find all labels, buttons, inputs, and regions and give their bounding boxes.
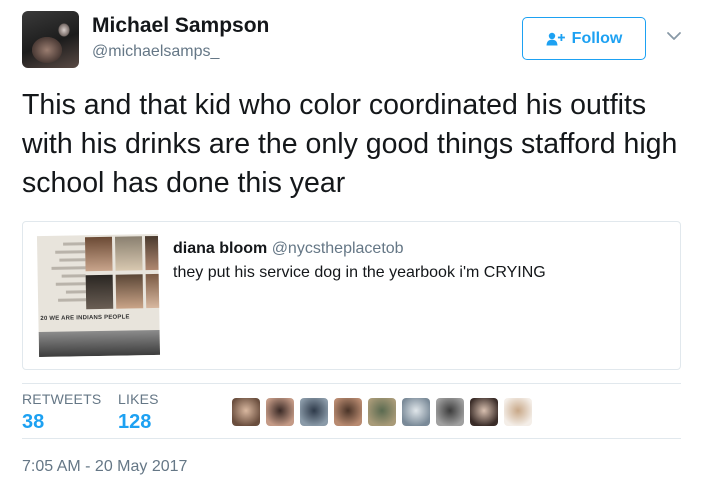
chevron-down-icon[interactable] — [666, 30, 682, 42]
liker-avatar[interactable] — [232, 398, 260, 426]
quoted-tweet-text: they put his service dog in the yearbook… — [173, 264, 546, 281]
yearbook-portrait — [84, 236, 113, 272]
likes-stat[interactable]: LIKES 128 — [118, 391, 159, 434]
retweets-label: RETWEETS — [22, 391, 102, 407]
yearbook-caption: 20 WE ARE INDIANS PEOPLE — [40, 314, 130, 323]
yearbook-portrait — [144, 235, 161, 271]
liker-avatar[interactable] — [470, 398, 498, 426]
avatar-face — [32, 37, 62, 63]
yearbook-portrait — [114, 236, 143, 271]
author-handle[interactable]: @michaelsamps_ — [92, 43, 219, 61]
quoted-tweet[interactable]: 20 WE ARE INDIANS PEOPLE diana bloom @ny… — [22, 221, 681, 370]
yearbook-portrait — [145, 273, 161, 309]
photo-shadow — [38, 329, 161, 358]
liker-avatar[interactable] — [266, 398, 294, 426]
author-avatar[interactable] — [22, 11, 79, 68]
tweet-timestamp[interactable]: 7:05 AM - 20 May 2017 — [22, 458, 187, 476]
yearbook-photo[interactable]: 20 WE ARE INDIANS PEOPLE — [36, 233, 161, 358]
tweet-text: This and that kid who color coordinated … — [22, 89, 678, 199]
author-display-name[interactable]: Michael Sampson — [92, 14, 269, 38]
follow-button[interactable]: Follow — [522, 17, 646, 60]
person-plus-icon — [546, 32, 565, 45]
avatar-highlight — [58, 23, 70, 37]
quoted-display-name: diana bloom — [173, 240, 268, 257]
yearbook-service-dog — [85, 274, 114, 310]
likes-count: 128 — [118, 411, 152, 433]
retweets-stat[interactable]: RETWEETS 38 — [22, 391, 101, 434]
quoted-handle: @nycstheplacetob — [271, 240, 404, 257]
follow-button-label: Follow — [571, 29, 623, 47]
liker-avatar[interactable] — [436, 398, 464, 426]
yearbook-name-list — [39, 237, 87, 302]
likes-label: LIKES — [118, 391, 159, 407]
liker-avatar[interactable] — [368, 398, 396, 426]
quoted-author: diana bloom @nycstheplacetob — [173, 240, 404, 258]
retweets-count: 38 — [22, 411, 45, 433]
liker-avatar[interactable] — [300, 398, 328, 426]
liker-avatar[interactable] — [334, 398, 362, 426]
stats-bottom-divider — [22, 438, 681, 439]
stats-top-divider — [22, 383, 681, 384]
liker-avatar[interactable] — [402, 398, 430, 426]
yearbook-portrait — [115, 274, 144, 309]
liker-avatar[interactable] — [504, 398, 532, 426]
